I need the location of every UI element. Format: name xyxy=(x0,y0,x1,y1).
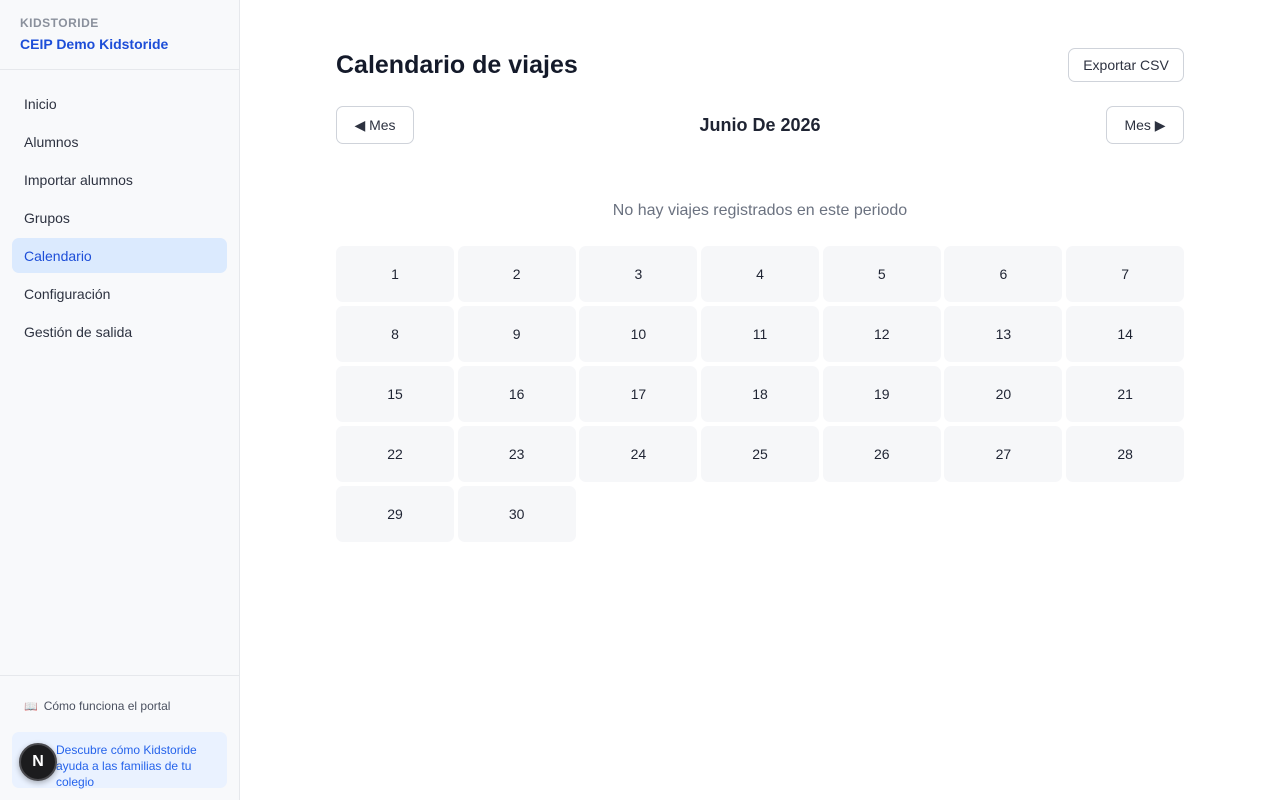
sidebar-item-inicio[interactable]: Inicio xyxy=(12,86,227,121)
previous-month-button[interactable]: ◀ Mes xyxy=(336,106,414,144)
school-name: CEIP Demo Kidstoride xyxy=(20,36,169,52)
calendar-day[interactable]: 27 xyxy=(944,426,1063,482)
sidebar-item-configuracion[interactable]: Configuración xyxy=(12,276,227,311)
calendar-day[interactable]: 9 xyxy=(457,306,576,362)
book-icon: 📖 xyxy=(24,700,38,713)
calendar-day[interactable]: 13 xyxy=(944,306,1063,362)
export-csv-button[interactable]: Exportar CSV xyxy=(1068,48,1184,82)
calendar-day[interactable]: 17 xyxy=(579,366,698,422)
calendar-day[interactable]: 29 xyxy=(336,486,454,542)
sidebar-item-gestion-salida[interactable]: Gestión de salida xyxy=(12,314,227,349)
next-month-button[interactable]: Mes ▶ xyxy=(1106,106,1184,144)
sidebar-nav: Inicio Alumnos Importar alumnos Grupos C… xyxy=(0,70,239,352)
calendar-day[interactable]: 10 xyxy=(579,306,698,362)
calendar-day[interactable]: 15 xyxy=(336,366,454,422)
calendar-day[interactable]: 11 xyxy=(701,306,820,362)
calendar-day[interactable]: 30 xyxy=(457,486,576,542)
calendar-day[interactable]: 14 xyxy=(1066,306,1185,362)
calendar-day[interactable]: 1 xyxy=(336,246,454,302)
calendar-day[interactable]: 20 xyxy=(944,366,1063,422)
calendar-day[interactable]: 21 xyxy=(1066,366,1185,422)
brand-name: KIDSTORIDE xyxy=(20,16,99,30)
calendar-day[interactable]: 24 xyxy=(579,426,698,482)
page-header: Calendario de viajes Exportar CSV xyxy=(336,48,1184,82)
calendar-day[interactable]: 25 xyxy=(701,426,820,482)
main-content: Calendario de viajes Exportar CSV ◀ Mes … xyxy=(240,0,1280,800)
calendar-day[interactable]: 3 xyxy=(579,246,698,302)
calendar-day[interactable]: 28 xyxy=(1066,426,1185,482)
calendar-day[interactable]: 5 xyxy=(822,246,941,302)
calendar-day[interactable]: 22 xyxy=(336,426,454,482)
calendar-day[interactable]: 6 xyxy=(944,246,1063,302)
calendar-day[interactable]: 19 xyxy=(822,366,941,422)
sidebar-item-alumnos[interactable]: Alumnos xyxy=(12,124,227,159)
calendar-day[interactable]: 8 xyxy=(336,306,454,362)
month-navigation: ◀ Mes Junio De 2026 Mes ▶ xyxy=(336,106,1184,144)
calendar-day[interactable]: 12 xyxy=(822,306,941,362)
month-title: Junio De 2026 xyxy=(699,114,821,135)
help-link-label: Cómo funciona el portal xyxy=(43,699,171,713)
sidebar-item-calendario[interactable]: Calendario xyxy=(12,238,227,273)
sidebar-item-grupos[interactable]: Grupos xyxy=(12,200,227,235)
calendar-day[interactable]: 23 xyxy=(457,426,576,482)
dev-tools-badge[interactable]: N xyxy=(19,743,57,781)
help-link[interactable]: 📖 Cómo funciona el portal xyxy=(12,698,227,714)
calendar-day[interactable]: 18 xyxy=(701,366,820,422)
calendar-day[interactable]: 26 xyxy=(822,426,941,482)
page-title: Calendario de viajes xyxy=(336,50,578,79)
calendar-day[interactable]: 2 xyxy=(457,246,576,302)
brand-block: KIDSTORIDE CEIP Demo Kidstoride xyxy=(0,0,239,70)
calendar-grid: 1 2 3 4 5 6 7 8 9 10 11 12 13 14 15 16 17 18 19 20 21 22 23 24 2… xyxy=(336,246,1185,542)
calendar-day[interactable]: 4 xyxy=(701,246,820,302)
calendar-day[interactable]: 7 xyxy=(1066,246,1185,302)
sidebar: KIDSTORIDE CEIP Demo Kidstoride Inicio A… xyxy=(0,0,240,800)
empty-state-message: No hay viajes registrados en este period… xyxy=(612,202,908,219)
sidebar-item-importar-alumnos[interactable]: Importar alumnos xyxy=(12,162,227,197)
calendar-day[interactable]: 16 xyxy=(457,366,576,422)
